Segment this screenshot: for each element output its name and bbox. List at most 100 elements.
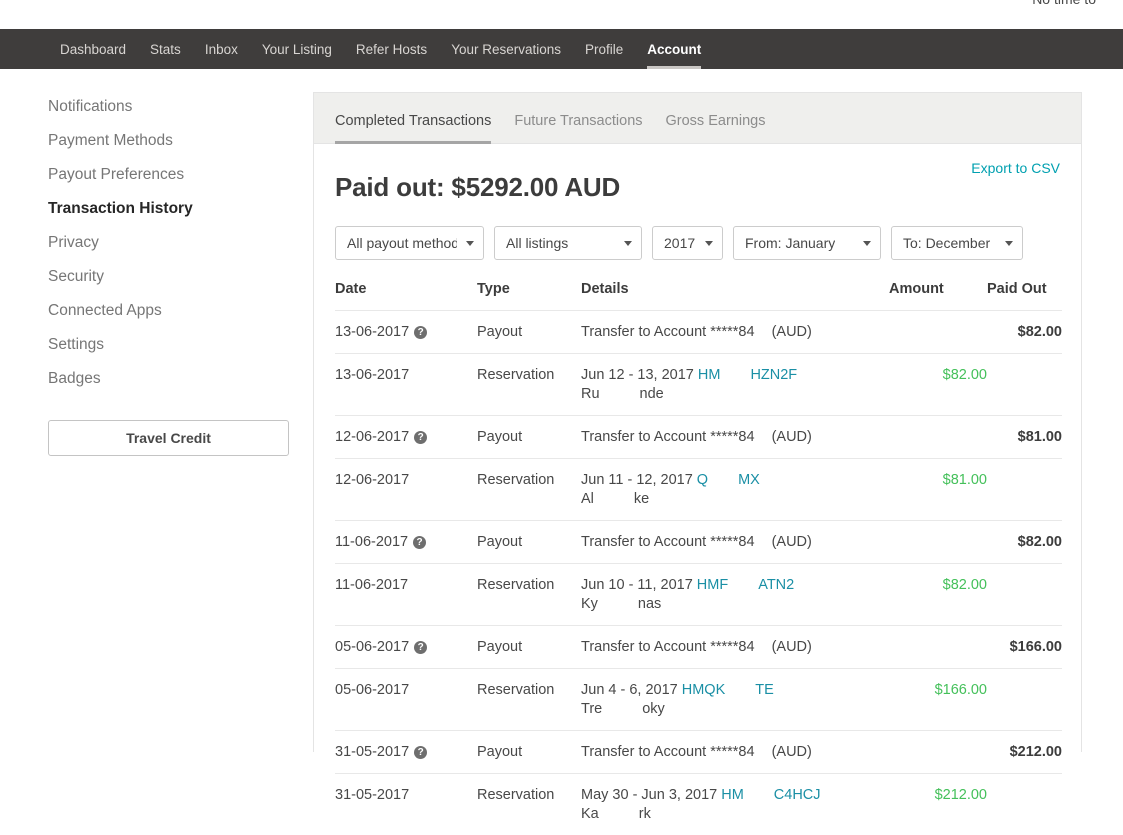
column-header-date: Date (335, 281, 477, 311)
cell-type: Reservation (477, 564, 581, 626)
sidebar-item-privacy[interactable]: Privacy (0, 226, 313, 260)
sidebar-item-transaction-history[interactable]: Transaction History (0, 192, 313, 226)
payout-detail-line: Transfer to Account *****84(AUD) (581, 639, 889, 655)
amount-value: $82.00 (943, 577, 987, 593)
reservation-code-link-suffix[interactable]: HZN2F (750, 367, 797, 383)
filter-value-listings: All listings (506, 235, 568, 251)
date-value: 05-06-2017 (335, 682, 409, 698)
date-value: 11-06-2017 (335, 577, 408, 593)
reservation-code-link[interactable]: HMQK (682, 682, 726, 698)
sidebar-item-security[interactable]: Security (0, 260, 313, 294)
cell-date: 11-06-2017? (335, 521, 477, 564)
cell-details: Jun 12 - 13, 2017HMHZN2FRunde (581, 354, 889, 416)
date-value: 12-06-2017 (335, 429, 409, 445)
help-icon[interactable]: ? (414, 746, 427, 759)
amount-value: $166.00 (935, 682, 987, 698)
navbar-item-stats[interactable]: Stats (138, 29, 193, 69)
date-value: 31-05-2017 (335, 744, 409, 760)
help-icon[interactable]: ? (414, 641, 427, 654)
transaction-tabbar: Completed Transactions Future Transaction… (314, 93, 1081, 144)
cell-date: 31-05-2017 (335, 774, 477, 835)
cell-details: Transfer to Account *****84(AUD) (581, 311, 889, 354)
sidebar-item-notifications[interactable]: Notifications (0, 90, 313, 124)
navbar-item-your-listing[interactable]: Your Listing (250, 29, 344, 69)
cell-date: 05-06-2017 (335, 669, 477, 731)
navbar-item-inbox[interactable]: Inbox (193, 29, 250, 69)
reservation-code-link[interactable]: HMF (697, 577, 728, 593)
payout-detail-line: Transfer to Account *****84(AUD) (581, 534, 889, 550)
guest-name-part-1: Ru (581, 386, 600, 402)
help-icon[interactable]: ? (414, 431, 427, 444)
cell-amount: $82.00 (889, 354, 987, 416)
cell-type: Reservation (477, 774, 581, 835)
currency-label: (AUD) (772, 324, 812, 340)
amount-value: $212.00 (935, 787, 987, 803)
cell-amount (889, 416, 987, 459)
filter-select-from-month[interactable]: From: January (733, 226, 881, 260)
tab-future-transactions[interactable]: Future Transactions (514, 113, 654, 143)
filter-select-payout-method[interactable]: All payout methods (335, 226, 484, 260)
filters-row: All payout methods All listings 2017 From: … (335, 226, 1060, 260)
filter-value-payout-method: All payout methods (347, 235, 457, 251)
reservation-code-link-suffix[interactable]: ATN2 (758, 577, 794, 593)
cell-amount: $81.00 (889, 459, 987, 521)
column-header-paid-out: Paid Out (987, 281, 1062, 311)
navbar-item-refer-hosts[interactable]: Refer Hosts (344, 29, 439, 69)
tab-completed-transactions[interactable]: Completed Transactions (335, 113, 503, 143)
sidebar-item-badges[interactable]: Badges (0, 362, 313, 396)
date-value: 11-06-2017 (335, 534, 408, 550)
cell-paid-out (987, 774, 1062, 835)
help-icon[interactable]: ? (413, 536, 426, 549)
cell-paid-out (987, 564, 1062, 626)
reservation-code-link[interactable]: HM (721, 787, 744, 803)
navbar-item-dashboard[interactable]: Dashboard (48, 29, 138, 69)
reservation-code-link-suffix[interactable]: C4HCJ (774, 787, 821, 803)
sidebar-item-connected-apps[interactable]: Connected Apps (0, 294, 313, 328)
guest-name-part-2: rk (639, 806, 651, 822)
transfer-text: Transfer to Account *****84 (581, 429, 755, 445)
primary-navbar: DashboardStatsInboxYour ListingRefer Hos… (0, 29, 1123, 69)
reservation-code-link[interactable]: Q (697, 472, 708, 488)
paid-out-value: $82.00 (1018, 534, 1062, 550)
transactions-table: Date Type Details Amount Paid Out 13-06-… (335, 281, 1062, 835)
top-banner-strip: No time to (0, 0, 1123, 29)
cell-type: Payout (477, 626, 581, 669)
navbar-item-profile[interactable]: Profile (573, 29, 635, 69)
navbar-item-account[interactable]: Account (635, 29, 713, 69)
cell-date: 12-06-2017? (335, 416, 477, 459)
paid-out-value: $82.00 (1018, 324, 1062, 340)
travel-credit-button[interactable]: Travel Credit (48, 420, 289, 456)
currency-label: (AUD) (772, 744, 812, 760)
sidebar-item-payout-preferences[interactable]: Payout Preferences (0, 158, 313, 192)
sidebar-item-settings[interactable]: Settings (0, 328, 313, 362)
cell-amount (889, 521, 987, 564)
filter-select-to-month[interactable]: To: December (891, 226, 1023, 260)
chevron-down-icon (624, 241, 632, 246)
payout-detail-line: Transfer to Account *****84(AUD) (581, 744, 889, 760)
cell-type: Payout (477, 731, 581, 774)
help-icon[interactable]: ? (414, 326, 427, 339)
table-body: 13-06-2017?PayoutTransfer to Account ***… (335, 311, 1062, 835)
payout-detail-line: Transfer to Account *****84(AUD) (581, 429, 889, 445)
reservation-code-link-suffix[interactable]: TE (755, 682, 774, 698)
reservation-dates-line: Jun 4 - 6, 2017HMQKTE (581, 682, 889, 698)
paid-out-value: $166.00 (1010, 639, 1062, 655)
column-header-details: Details (581, 281, 889, 311)
reservation-dates-line: Jun 11 - 12, 2017QMX (581, 472, 889, 488)
reservation-code-link-suffix[interactable]: MX (738, 472, 760, 488)
filter-select-year[interactable]: 2017 (652, 226, 723, 260)
guest-name-part-1: Tre (581, 701, 602, 717)
table-row: 31-05-2017ReservationMay 30 - Jun 3, 201… (335, 774, 1062, 835)
cell-details: Jun 11 - 12, 2017QMXAlke (581, 459, 889, 521)
sidebar-item-payment-methods[interactable]: Payment Methods (0, 124, 313, 158)
reservation-code-link[interactable]: HM (698, 367, 721, 383)
navbar-item-your-reservations[interactable]: Your Reservations (439, 29, 573, 69)
table-row: 13-06-2017?PayoutTransfer to Account ***… (335, 311, 1062, 354)
table-row: 12-06-2017ReservationJun 11 - 12, 2017QM… (335, 459, 1062, 521)
cell-paid-out: $81.00 (987, 416, 1062, 459)
tab-gross-earnings[interactable]: Gross Earnings (666, 113, 778, 143)
cell-date: 13-06-2017 (335, 354, 477, 416)
filter-select-listings[interactable]: All listings (494, 226, 642, 260)
export-to-csv-link[interactable]: Export to CSV (971, 160, 1060, 176)
guest-name-line: Treoky (581, 701, 889, 717)
